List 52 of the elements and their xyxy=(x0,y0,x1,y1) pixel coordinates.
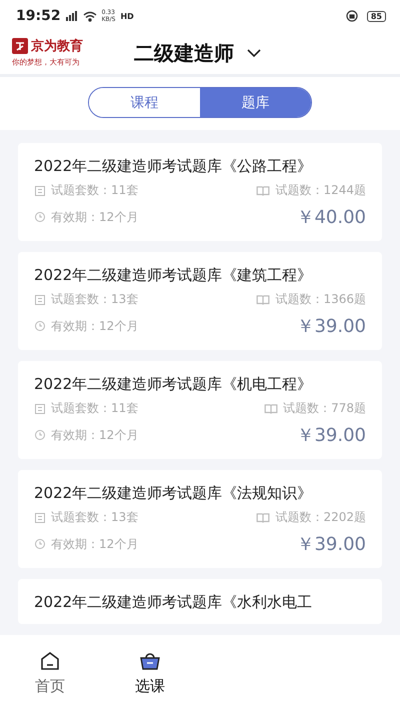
hd-indicator: HD xyxy=(120,12,134,20)
card-title: 2022年二级建造师考试题库《机电工程》 xyxy=(34,375,314,394)
set-count: 试题套数：11套 xyxy=(51,400,138,417)
price: ￥39.00 xyxy=(296,533,366,556)
book-icon xyxy=(256,292,270,306)
brand-name: 京为教育 xyxy=(31,38,83,55)
price: ￥39.00 xyxy=(296,315,366,338)
home-icon xyxy=(39,650,61,672)
book-icon xyxy=(256,510,270,524)
status-time: 19:52 xyxy=(16,8,61,24)
book-icon xyxy=(256,184,270,198)
list-icon xyxy=(34,294,46,306)
card-title: 2022年二级建造师考试题库《水利水电工 xyxy=(34,593,314,612)
list-icon xyxy=(34,512,46,524)
validity-period: 有效期：12个月 xyxy=(51,426,138,444)
card-title: 2022年二级建造师考试题库《公路工程》 xyxy=(34,157,314,176)
clock-icon xyxy=(34,538,46,550)
wifi-icon xyxy=(82,10,97,22)
nav-tab[interactable]: 选课 xyxy=(100,635,200,711)
nav-tab[interactable]: 首页 xyxy=(0,635,100,711)
clock-icon xyxy=(34,320,46,332)
validity-period: 有效期：12个月 xyxy=(51,536,138,552)
set-count: 试题套数：13套 xyxy=(51,509,138,526)
question-bank-card[interactable]: 2022年二级建造师考试题库《水利水电工 xyxy=(18,579,382,624)
price: ￥40.00 xyxy=(296,206,366,229)
clock-icon xyxy=(34,211,46,223)
segment-tab[interactable]: 题库 xyxy=(200,88,311,117)
question-count: 试题数：2202题 xyxy=(275,509,366,526)
question-bank-card[interactable]: 2022年二级建造师考试题库《建筑工程》 试题套数：13套 试题数：1366题 有效期：12个月 ￥39.00 xyxy=(18,252,382,350)
list-icon xyxy=(34,402,46,414)
question-bank-card[interactable]: 2022年二级建造师考试题库《机电工程》 试题套数：11套 试题数：778题 有效期：12个月 ￥39.00 xyxy=(18,361,382,459)
clock-icon xyxy=(34,429,46,441)
set-count: 试题套数：11套 xyxy=(51,182,138,199)
question-count: 试题数：1244题 xyxy=(275,182,366,199)
question-bank-card[interactable]: 2022年二级建造师考试题库《公路工程》 试题套数：11套 试题数：1244题 有效期：12个月 ￥40.00 xyxy=(18,143,382,241)
signal-icon xyxy=(66,11,78,21)
question-bank-card[interactable]: 2022年二级建造师考试题库《法规知识》 试题套数：13套 试题数：2202题 有效期：12个月 ￥39.00 xyxy=(18,470,382,568)
list-icon xyxy=(34,184,46,196)
chevron-down-icon[interactable] xyxy=(246,48,262,58)
set-count: 试题套数：13套 xyxy=(51,291,138,308)
page-title: 二级建造师 xyxy=(134,40,234,66)
battery-level: 85 xyxy=(366,10,386,22)
price: ￥39.00 xyxy=(296,424,366,447)
validity-period: 有效期：12个月 xyxy=(51,318,138,334)
validity-period: 有效期：12个月 xyxy=(51,208,138,226)
card-title: 2022年二级建造师考试题库《建筑工程》 xyxy=(34,266,314,285)
logo-icon xyxy=(12,38,28,54)
question-count: 试题数：1366题 xyxy=(275,291,366,308)
question-count: 试题数：778题 xyxy=(283,400,366,417)
card-title: 2022年二级建造师考试题库《法规知识》 xyxy=(34,484,314,503)
basket-icon xyxy=(139,650,161,672)
book-icon xyxy=(264,402,278,416)
